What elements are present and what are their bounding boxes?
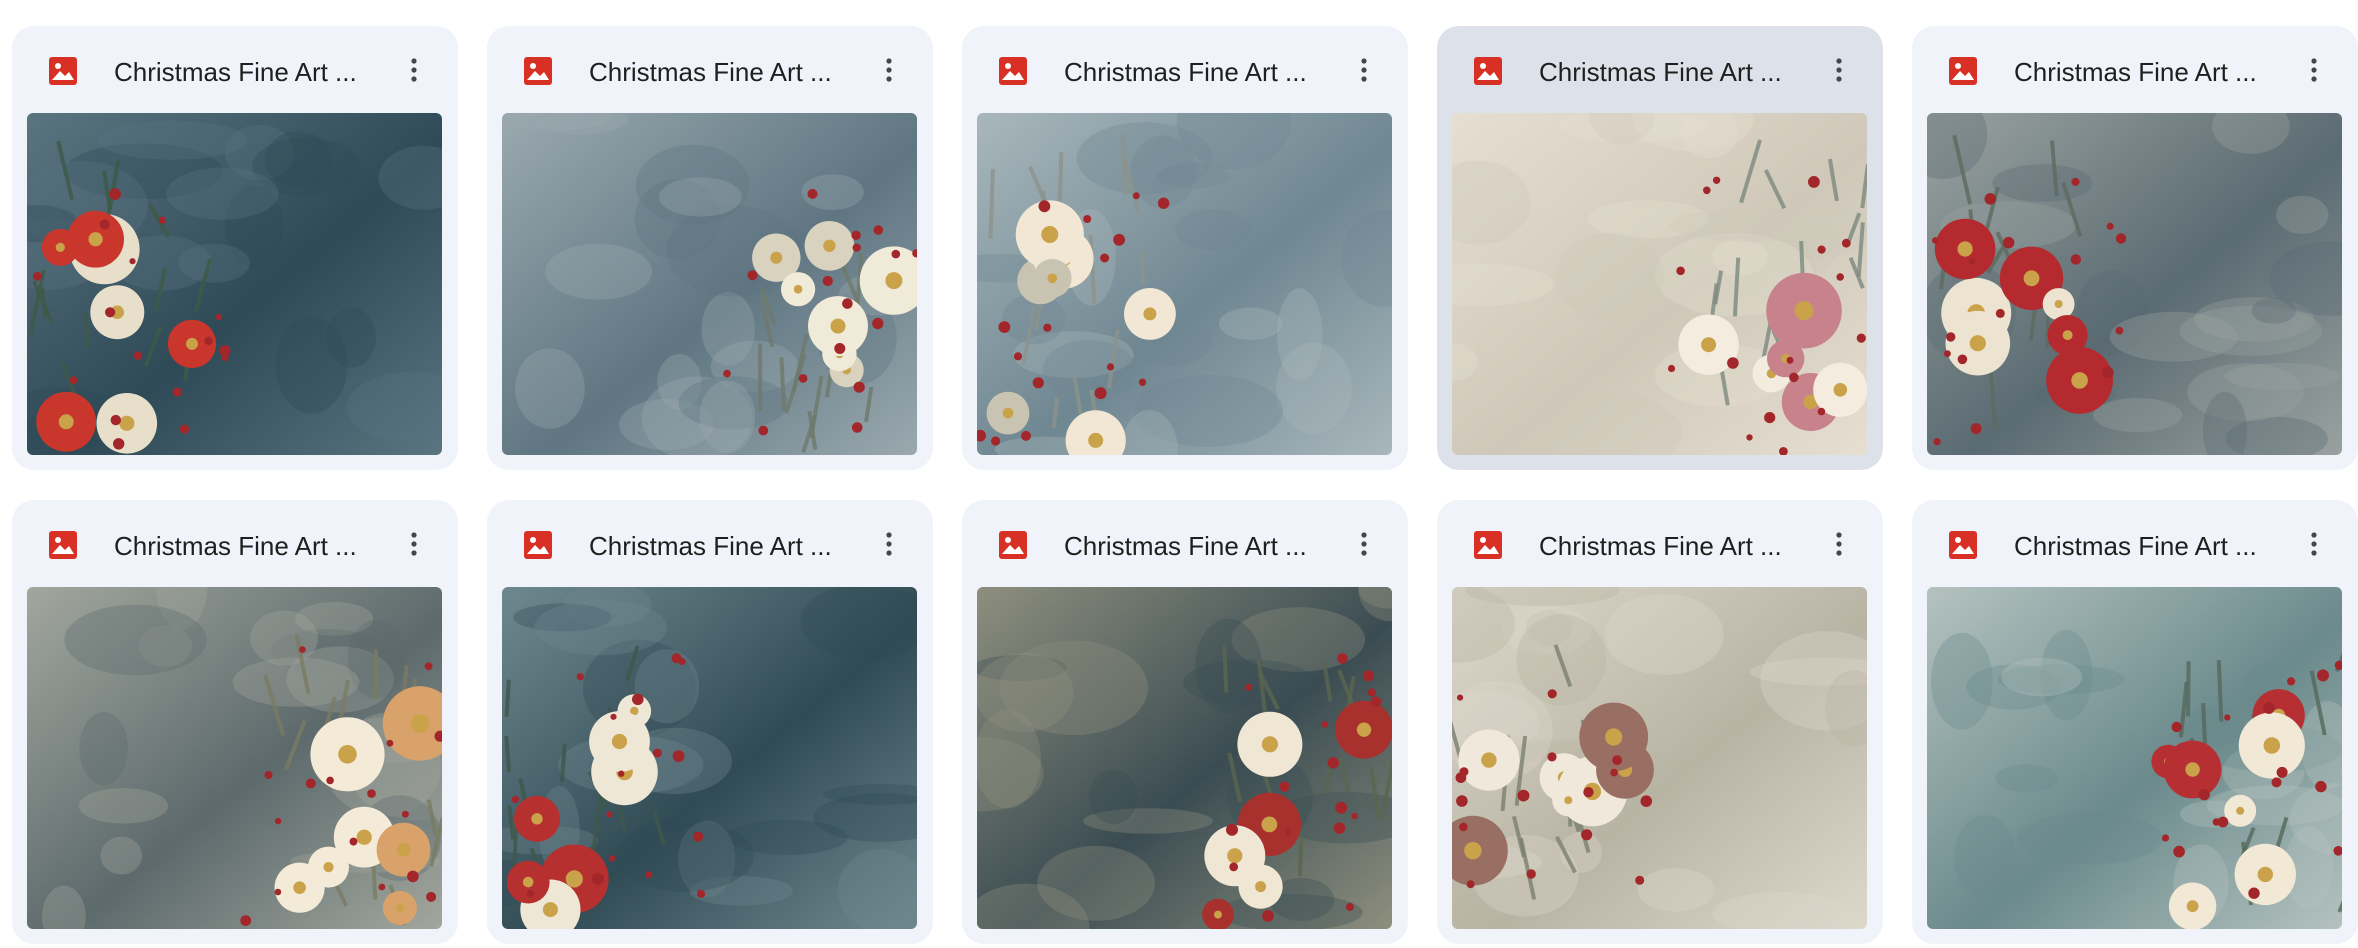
image-file-icon: [47, 55, 79, 87]
file-card[interactable]: Christmas Fine Art ...: [1912, 26, 2358, 470]
file-thumbnail[interactable]: [502, 587, 917, 929]
file-card-header: Christmas Fine Art ...: [1437, 500, 1883, 586]
more-actions-button[interactable]: [1817, 48, 1861, 92]
more-actions-button[interactable]: [1342, 522, 1386, 566]
image-file-icon: [522, 55, 554, 87]
file-thumbnail[interactable]: [977, 587, 1392, 929]
image-file-icon: [997, 529, 1029, 561]
file-thumbnail[interactable]: [502, 113, 917, 455]
more-vert-icon: [885, 532, 893, 556]
more-vert-icon: [1360, 58, 1368, 82]
image-file-icon: [1472, 55, 1504, 87]
file-card[interactable]: Christmas Fine Art ...: [12, 500, 458, 944]
file-thumbnail[interactable]: [27, 113, 442, 455]
more-vert-icon: [410, 58, 418, 82]
file-card-header: Christmas Fine Art ...: [12, 26, 458, 112]
file-thumbnail[interactable]: [1452, 587, 1867, 929]
image-file-icon: [47, 529, 79, 561]
file-name: Christmas Fine Art ...: [114, 531, 357, 561]
file-thumbnail[interactable]: [27, 587, 442, 929]
file-card[interactable]: Christmas Fine Art ...: [962, 26, 1408, 470]
file-name: Christmas Fine Art ...: [589, 57, 832, 87]
file-name: Christmas Fine Art ...: [1539, 531, 1782, 561]
more-actions-button[interactable]: [392, 522, 436, 566]
file-card[interactable]: Christmas Fine Art ...: [1437, 500, 1883, 944]
file-card[interactable]: Christmas Fine Art ...: [962, 500, 1408, 944]
file-card[interactable]: Christmas Fine Art ...: [1912, 500, 2358, 944]
more-vert-icon: [1835, 532, 1843, 556]
more-vert-icon: [885, 58, 893, 82]
file-card-header: Christmas Fine Art ...: [12, 500, 458, 586]
more-actions-button[interactable]: [2292, 522, 2336, 566]
image-file-icon: [997, 55, 1029, 87]
more-vert-icon: [1835, 58, 1843, 82]
image-file-icon: [1947, 55, 1979, 87]
more-actions-button[interactable]: [1817, 522, 1861, 566]
file-card-header: Christmas Fine Art ...: [487, 500, 933, 586]
file-card[interactable]: Christmas Fine Art ...: [12, 26, 458, 470]
more-vert-icon: [410, 532, 418, 556]
more-vert-icon: [2310, 532, 2318, 556]
more-actions-button[interactable]: [867, 522, 911, 566]
file-grid: Christmas Fine Art ... Christmas Fine Art…: [12, 26, 2358, 944]
file-name: Christmas Fine Art ...: [2014, 531, 2257, 561]
file-thumbnail[interactable]: [1452, 113, 1867, 455]
image-file-icon: [522, 529, 554, 561]
file-card[interactable]: Christmas Fine Art ...: [487, 500, 933, 944]
file-card[interactable]: Christmas Fine Art ...: [487, 26, 933, 470]
file-name: Christmas Fine Art ...: [1064, 57, 1307, 87]
more-vert-icon: [2310, 58, 2318, 82]
more-actions-button[interactable]: [1342, 48, 1386, 92]
file-card-header: Christmas Fine Art ...: [1912, 500, 2358, 586]
file-card-header: Christmas Fine Art ...: [1912, 26, 2358, 112]
file-card-header: Christmas Fine Art ...: [962, 500, 1408, 586]
more-vert-icon: [1360, 532, 1368, 556]
file-thumbnail[interactable]: [1927, 587, 2342, 929]
file-thumbnail[interactable]: [977, 113, 1392, 455]
image-file-icon: [1472, 529, 1504, 561]
more-actions-button[interactable]: [2292, 48, 2336, 92]
image-file-icon: [1947, 529, 1979, 561]
more-actions-button[interactable]: [867, 48, 911, 92]
file-name: Christmas Fine Art ...: [114, 57, 357, 87]
file-card[interactable]: Christmas Fine Art ...: [1437, 26, 1883, 470]
file-thumbnail[interactable]: [1927, 113, 2342, 455]
file-card-header: Christmas Fine Art ...: [962, 26, 1408, 112]
file-name: Christmas Fine Art ...: [1064, 531, 1307, 561]
file-card-header: Christmas Fine Art ...: [1437, 26, 1883, 112]
file-name: Christmas Fine Art ...: [589, 531, 832, 561]
file-card-header: Christmas Fine Art ...: [487, 26, 933, 112]
file-name: Christmas Fine Art ...: [1539, 57, 1782, 87]
more-actions-button[interactable]: [392, 48, 436, 92]
file-name: Christmas Fine Art ...: [2014, 57, 2257, 87]
